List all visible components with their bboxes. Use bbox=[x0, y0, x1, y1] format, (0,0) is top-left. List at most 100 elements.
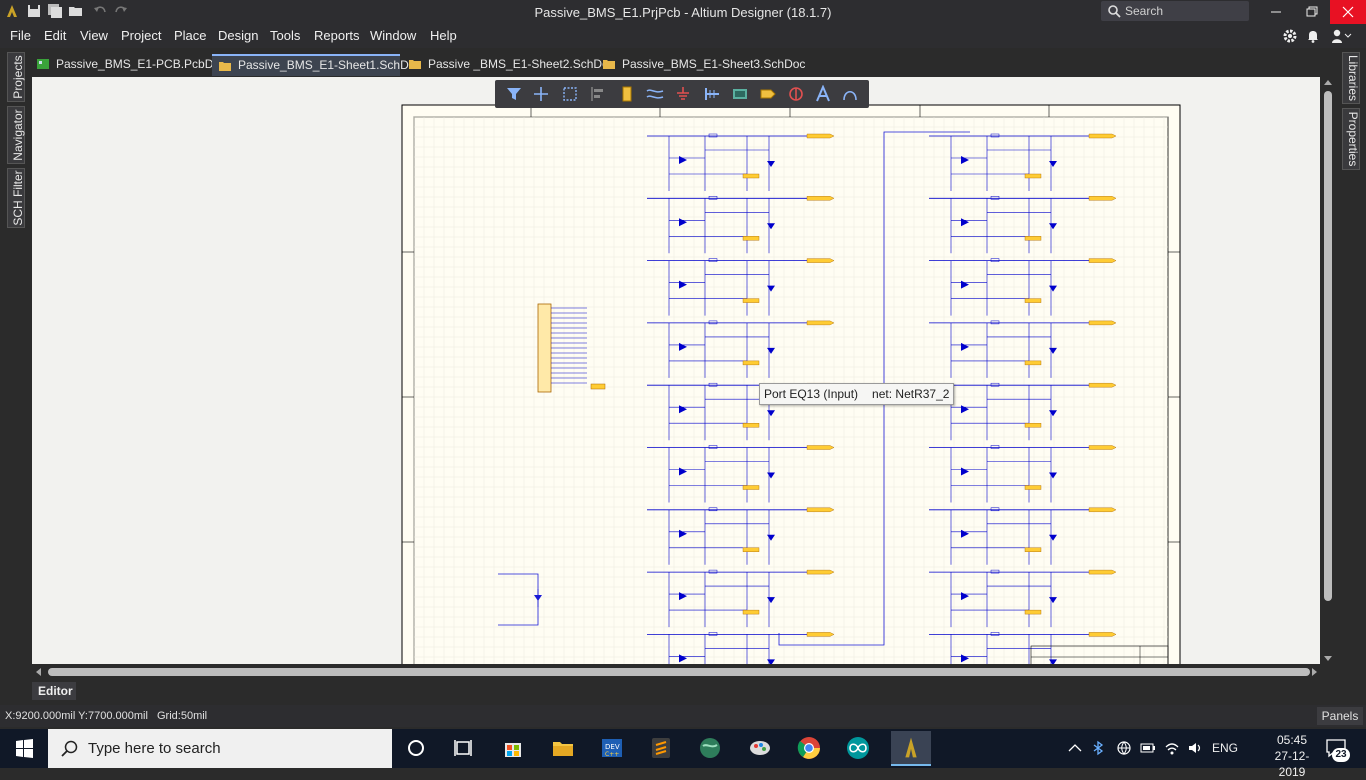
gate-port bbox=[1024, 609, 1042, 615]
output-port bbox=[806, 445, 835, 450]
redo-icon[interactable] bbox=[113, 3, 129, 19]
svg-text:DEV: DEV bbox=[605, 743, 620, 751]
port-icon[interactable] bbox=[759, 85, 777, 103]
menu-bar: File Edit View Project Place Design Tool… bbox=[0, 24, 1366, 48]
svg-text:C++: C++ bbox=[605, 751, 619, 758]
horizontal-scroll-thumb[interactable] bbox=[48, 668, 1310, 676]
right-panel-strip: Libraries Properties bbox=[1340, 52, 1362, 172]
output-port bbox=[1088, 445, 1117, 450]
document-tabs: Passive_BMS_E1-PCB.PcbDoc * Passive_BMS_… bbox=[30, 52, 1336, 76]
move-crosshair-icon[interactable] bbox=[532, 85, 550, 103]
arc-icon[interactable] bbox=[841, 85, 859, 103]
notification-count-badge: 23 bbox=[1332, 748, 1350, 762]
tooltip-port: Port EQ13 (Input) bbox=[764, 387, 859, 401]
schematic-canvas[interactable] bbox=[32, 77, 1320, 664]
panels-button[interactable]: Panels bbox=[1317, 707, 1363, 725]
no-erc-icon[interactable] bbox=[787, 85, 805, 103]
arduino-icon[interactable] bbox=[843, 733, 873, 763]
menu-place[interactable]: Place bbox=[174, 28, 207, 43]
tab-pcb-doc[interactable]: Passive_BMS_E1-PCB.PcbDoc * bbox=[30, 54, 234, 76]
place-part-icon[interactable] bbox=[618, 85, 636, 103]
menu-design[interactable]: Design bbox=[218, 28, 258, 43]
cortana-icon[interactable] bbox=[401, 733, 431, 763]
bus-icon[interactable] bbox=[703, 85, 721, 103]
start-button[interactable] bbox=[0, 729, 48, 768]
power-port-icon[interactable] bbox=[674, 85, 692, 103]
devcpp-icon[interactable]: DEVC++ bbox=[597, 733, 627, 763]
filter-icon[interactable] bbox=[505, 85, 523, 103]
tab-sheet1[interactable]: Passive_BMS_E1-Sheet1.SchDoc bbox=[212, 54, 421, 76]
left-panel-strip: Projects Navigator SCH Filter bbox=[5, 52, 27, 228]
horizontal-scrollbar[interactable] bbox=[32, 664, 1320, 680]
gear-icon[interactable] bbox=[1282, 28, 1298, 44]
menu-edit[interactable]: Edit bbox=[44, 28, 66, 43]
tab-sheet3[interactable]: Passive_BMS_E1-Sheet3.SchDoc bbox=[596, 54, 805, 76]
panel-properties[interactable]: Properties bbox=[1342, 108, 1360, 170]
gate-port bbox=[742, 485, 760, 490]
menu-tools[interactable]: Tools bbox=[270, 28, 300, 43]
menu-help[interactable]: Help bbox=[430, 28, 457, 43]
gate-port bbox=[742, 547, 760, 552]
vertical-scroll-thumb[interactable] bbox=[1324, 91, 1332, 601]
title-search-box[interactable]: Search bbox=[1101, 1, 1249, 21]
connector-port[interactable] bbox=[590, 383, 606, 390]
scroll-left-icon[interactable] bbox=[35, 668, 43, 676]
wifi-icon[interactable] bbox=[1164, 740, 1180, 756]
harness-icon[interactable] bbox=[731, 85, 749, 103]
bluetooth-icon[interactable] bbox=[1090, 740, 1106, 756]
file-explorer-icon[interactable] bbox=[548, 733, 578, 763]
gate-port bbox=[1024, 236, 1042, 241]
bell-icon[interactable] bbox=[1305, 28, 1321, 44]
task-view-icon[interactable] bbox=[448, 733, 478, 763]
vertical-scrollbar[interactable] bbox=[1320, 77, 1336, 664]
altium-logo-icon[interactable] bbox=[4, 3, 20, 19]
sublime-text-icon[interactable] bbox=[646, 733, 676, 763]
tab-label: Passive _BMS_E1-Sheet2.SchDoc bbox=[428, 57, 615, 71]
globe-app-icon[interactable] bbox=[695, 733, 725, 763]
sch-doc-icon bbox=[603, 60, 615, 69]
editor-tab[interactable]: Editor bbox=[32, 682, 76, 700]
taskbar-search[interactable]: Type here to search bbox=[48, 729, 392, 768]
wire-icon[interactable] bbox=[646, 85, 664, 103]
scroll-down-icon[interactable] bbox=[1324, 654, 1332, 662]
tray-chevron-icon[interactable] bbox=[1068, 742, 1082, 754]
panel-sch-filter[interactable]: SCH Filter bbox=[7, 168, 25, 228]
schematic-drawing[interactable] bbox=[32, 77, 1320, 664]
close-button[interactable] bbox=[1330, 0, 1366, 24]
save-all-icon[interactable] bbox=[47, 3, 63, 19]
text-icon[interactable] bbox=[814, 85, 832, 103]
output-port bbox=[806, 632, 835, 637]
taskbar-clock[interactable]: 05:45 27-12-2019 bbox=[1262, 732, 1322, 780]
undo-icon[interactable] bbox=[92, 3, 108, 19]
network-globe-icon[interactable] bbox=[1116, 740, 1132, 756]
gate-port bbox=[1024, 485, 1042, 490]
store-icon[interactable] bbox=[498, 733, 528, 763]
select-area-icon[interactable] bbox=[561, 85, 579, 103]
output-port bbox=[806, 133, 835, 139]
connector-j1[interactable] bbox=[537, 303, 552, 393]
paint-app-icon[interactable] bbox=[745, 733, 775, 763]
volume-icon[interactable] bbox=[1187, 740, 1203, 756]
minimize-button[interactable] bbox=[1258, 0, 1294, 24]
tab-sheet2[interactable]: Passive _BMS_E1-Sheet2.SchDoc bbox=[402, 54, 615, 76]
gate-port bbox=[742, 236, 760, 241]
save-icon[interactable] bbox=[26, 3, 42, 19]
restore-button[interactable] bbox=[1294, 0, 1330, 24]
active-bar-toolbar bbox=[495, 80, 869, 108]
altium-taskbar-icon[interactable] bbox=[891, 731, 931, 766]
menu-reports[interactable]: Reports bbox=[314, 28, 360, 43]
chrome-icon[interactable] bbox=[794, 733, 824, 763]
clock-date: 27-12-2019 bbox=[1274, 749, 1310, 779]
gate-port bbox=[742, 423, 760, 428]
open-folder-icon[interactable] bbox=[68, 3, 84, 19]
menu-project[interactable]: Project bbox=[121, 28, 161, 43]
language-indicator[interactable]: ENG bbox=[1212, 741, 1238, 755]
output-port bbox=[806, 196, 835, 201]
scroll-up-icon[interactable] bbox=[1324, 79, 1332, 87]
scroll-right-icon[interactable] bbox=[1310, 668, 1318, 676]
output-port bbox=[1088, 196, 1117, 201]
align-icon[interactable] bbox=[589, 85, 607, 103]
menu-window[interactable]: Window bbox=[370, 28, 416, 43]
menu-view[interactable]: View bbox=[80, 28, 108, 43]
battery-icon[interactable] bbox=[1140, 741, 1156, 755]
